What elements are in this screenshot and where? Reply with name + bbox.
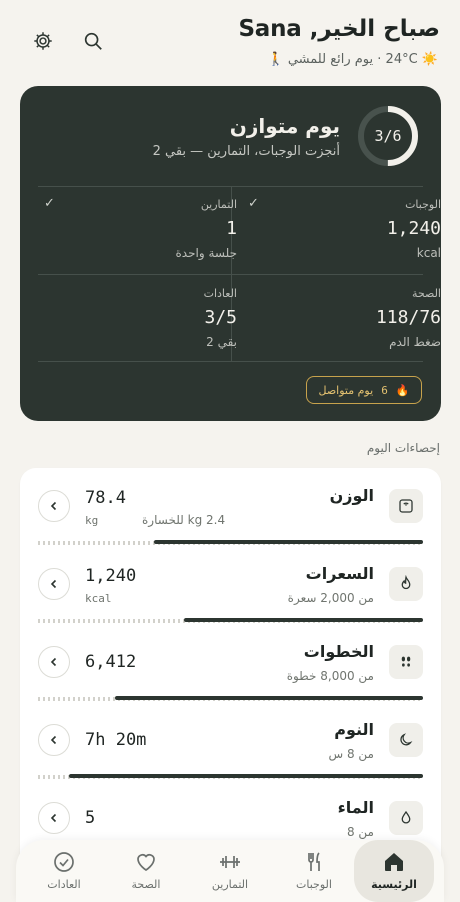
daily-summary-card[interactable]: 3/6 يوم متوازن أنجزت الوجبات، التمارين —… (20, 86, 441, 421)
check-icon: ✓ (44, 196, 55, 211)
progress-count: 3/6 (374, 127, 402, 145)
progress-fill (153, 540, 423, 544)
chevron-left-icon (50, 501, 57, 511)
stat-subtitle: من 8 (346, 825, 374, 839)
moon-icon (389, 723, 423, 757)
cell-value: 118/76 (375, 307, 441, 328)
progress-fill (115, 696, 423, 700)
nav-workouts[interactable]: التمارين (190, 840, 270, 902)
fork-knife-icon (308, 852, 320, 871)
nav-health[interactable]: الصحة (106, 840, 186, 902)
stat-title: النوم (334, 720, 374, 739)
chevron-left-icon (50, 657, 57, 667)
cell-label: الصحة (412, 287, 441, 300)
cell-value: 1,240 (386, 218, 441, 239)
progress-ring: 3/6 (356, 104, 420, 168)
footprints-icon (389, 645, 423, 679)
stat-value: 6,412 (85, 652, 137, 672)
row-chevron-button[interactable] (38, 568, 70, 600)
nav-label: العادات (47, 878, 81, 891)
progress-fill (68, 774, 423, 778)
stats-list: الوزن 2.4 kg للخسارة 78.4 kg السعرات من … (20, 468, 441, 888)
stat-value: 7h 20m (85, 730, 147, 750)
cell-value: 3/5 (204, 307, 237, 328)
stat-subtitle: من 8 س (328, 747, 375, 761)
stat-unit: kg (85, 514, 99, 527)
summary-cell-health[interactable]: الصحة 118/76 ضغط الدم (248, 275, 441, 363)
streak-badge[interactable]: 🔥 6 يوم متواصل (306, 376, 422, 404)
stat-value: 1,240 (85, 566, 137, 586)
nav-label: الرئيسية (371, 878, 417, 891)
cell-unit: ضغط الدم (389, 335, 441, 349)
streak-count: 6 (381, 383, 388, 397)
stat-subtitle: من 8,000 خطوة (286, 669, 374, 683)
bottom-nav: الرئيسية الوجبات التمارين الصحة العادات (16, 840, 444, 902)
stat-row-steps[interactable]: الخطوات من 8,000 خطوة 6,412 (20, 624, 441, 702)
summary-cell-workouts[interactable]: التمارين ✓ 1 جلسة واحدة (44, 186, 237, 274)
chevron-left-icon (50, 813, 57, 823)
stat-row-sleep[interactable]: النوم من 8 س 7h 20m (20, 702, 441, 780)
stat-value: 78.4 (85, 488, 126, 508)
progress-fill (184, 618, 423, 622)
stat-subtitle: من 2,000 سعرة (287, 591, 374, 605)
row-chevron-button[interactable] (38, 724, 70, 756)
flame-icon: 🔥 (395, 383, 410, 397)
search-button[interactable] (78, 26, 108, 56)
flame-icon (389, 567, 423, 601)
cell-unit: بقي 2 (206, 335, 237, 349)
summary-subtitle: أنجزت الوجبات، التمارين — بقي 2 (152, 144, 340, 159)
cell-label: التمارين (200, 198, 237, 211)
stat-title: الوزن (329, 486, 374, 505)
weather-line: ☀️ 24°C · يوم رائع للمشي 🚶 (267, 52, 438, 67)
scale-icon (389, 489, 423, 523)
row-chevron-button[interactable] (38, 490, 70, 522)
cell-label: العادات (203, 287, 237, 300)
stat-title: الخطوات (303, 642, 374, 661)
check-icon: ✓ (248, 196, 259, 211)
header: صباح الخير, Sana ☀️ 24°C · يوم رائع للمش… (20, 14, 440, 74)
dumbbell-icon (220, 856, 240, 868)
search-icon (84, 32, 102, 50)
greeting: صباح الخير, Sana (238, 16, 440, 42)
nav-label: التمارين (211, 878, 249, 891)
nav-label: الصحة (131, 878, 161, 891)
chevron-left-icon (50, 735, 57, 745)
stat-unit: kcal (85, 592, 112, 605)
settings-button[interactable] (28, 26, 58, 56)
streak-label: يوم متواصل (318, 383, 374, 397)
row-chevron-button[interactable] (38, 802, 70, 834)
chevron-left-icon (50, 579, 57, 589)
cell-unit: kcal (416, 246, 441, 260)
stat-title: السعرات (305, 564, 374, 583)
cell-label: الوجبات (405, 198, 441, 211)
cell-unit: جلسة واحدة (175, 246, 237, 260)
nav-meals[interactable]: الوجبات (274, 840, 354, 902)
cell-value: 1 (226, 218, 237, 239)
section-label: إحصاءات اليوم (366, 441, 440, 455)
nav-home[interactable]: الرئيسية (354, 840, 434, 902)
nav-habits[interactable]: العادات (24, 840, 104, 902)
home-icon (385, 853, 403, 871)
heart-icon (137, 854, 155, 872)
stat-extra: 2.4 kg للخسارة (142, 513, 226, 527)
stat-value: 5 (85, 808, 96, 828)
gear-icon (34, 32, 52, 50)
summary-cell-meals[interactable]: الوجبات ✓ 1,240 kcal (248, 186, 441, 274)
stat-row-weight[interactable]: الوزن 2.4 kg للخسارة 78.4 kg (20, 468, 441, 546)
nav-label: الوجبات (296, 878, 332, 891)
check-circle-icon (54, 852, 74, 872)
stat-title: الماء (337, 798, 374, 817)
row-chevron-button[interactable] (38, 646, 70, 678)
stat-row-calories[interactable]: السعرات من 2,000 سعرة 1,240 kcal (20, 546, 441, 624)
summary-title: يوم متوازن (229, 114, 340, 138)
summary-cell-habits[interactable]: العادات 3/5 بقي 2 (44, 275, 237, 363)
drop-icon (389, 801, 423, 835)
